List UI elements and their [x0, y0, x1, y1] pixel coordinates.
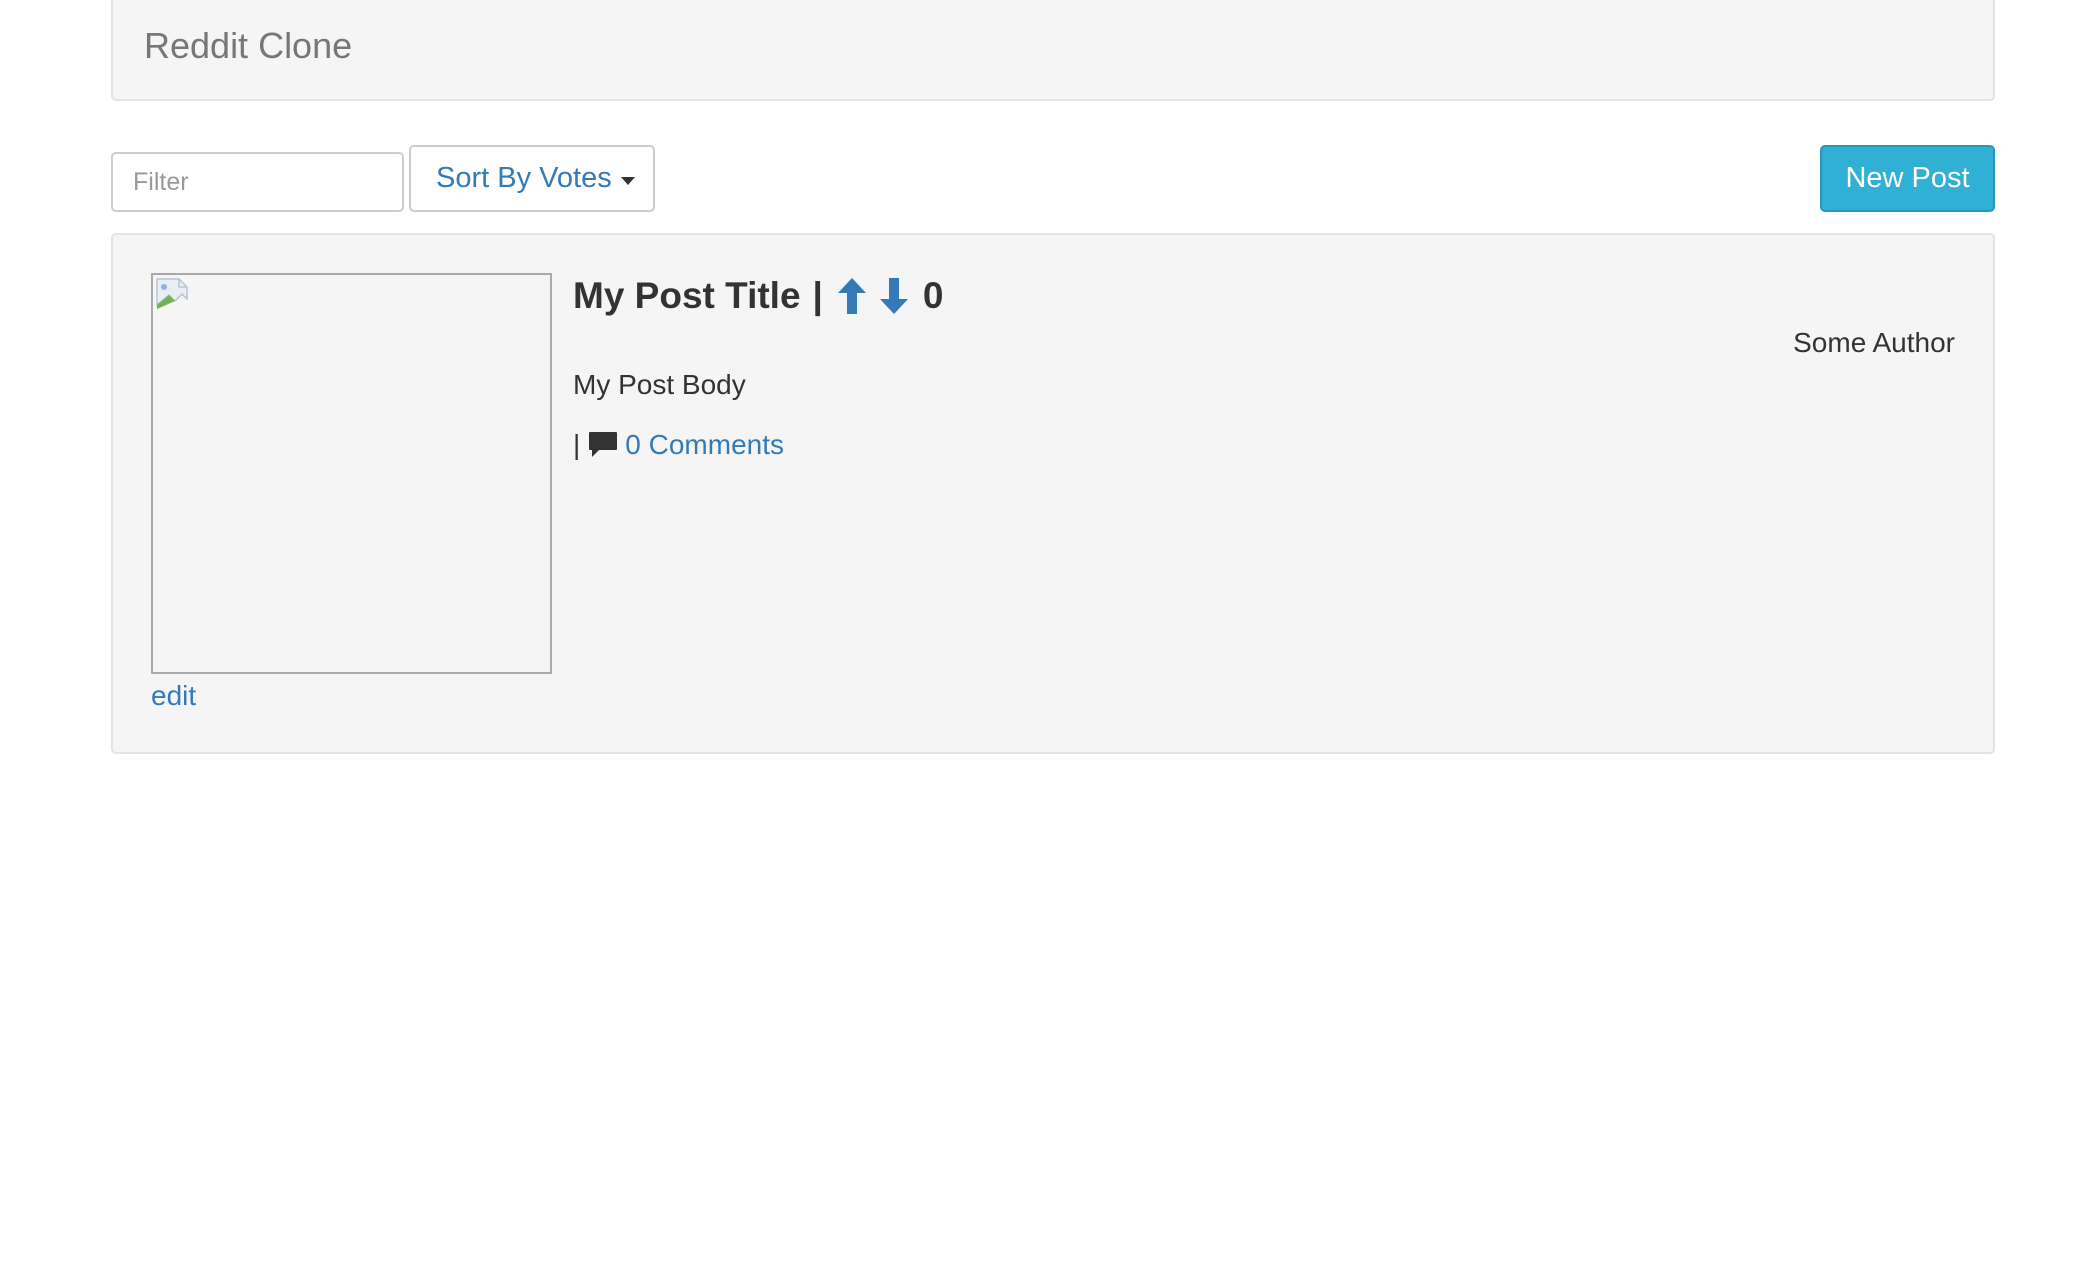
post-title[interactable]: My Post Title [573, 275, 801, 317]
comment-icon [588, 431, 618, 459]
title-separator: | [812, 275, 823, 316]
vote-score: 0 [922, 275, 944, 316]
post-author: Some Author [1793, 327, 1955, 358]
navbar-brand[interactable]: Reddit Clone [144, 28, 352, 64]
comments-link[interactable]: 0 Comments [625, 429, 784, 461]
caret-down-icon [620, 176, 635, 185]
upvote-button[interactable] [837, 277, 867, 315]
post-body: My Post Body [573, 369, 746, 400]
edit-link[interactable]: edit [151, 680, 196, 712]
post-card: edit My Post Title | 0 Some Author My Po… [111, 233, 1995, 754]
filter-input[interactable] [111, 152, 404, 212]
sort-dropdown-button[interactable]: Sort By Votes [409, 145, 655, 212]
new-post-button[interactable]: New Post [1820, 145, 1995, 212]
sort-dropdown-label: Sort By Votes [436, 162, 612, 194]
post-title-row: My Post Title | 0 [573, 275, 943, 317]
broken-image-icon [156, 278, 188, 309]
post-thumbnail [151, 273, 552, 674]
post-meta: | 0 Comments [573, 429, 784, 461]
arrow-down-icon [879, 278, 908, 314]
meta-separator: | [573, 429, 581, 460]
arrow-up-icon [837, 278, 866, 314]
downvote-button[interactable] [879, 277, 909, 315]
navbar: Reddit Clone [111, 0, 1995, 101]
